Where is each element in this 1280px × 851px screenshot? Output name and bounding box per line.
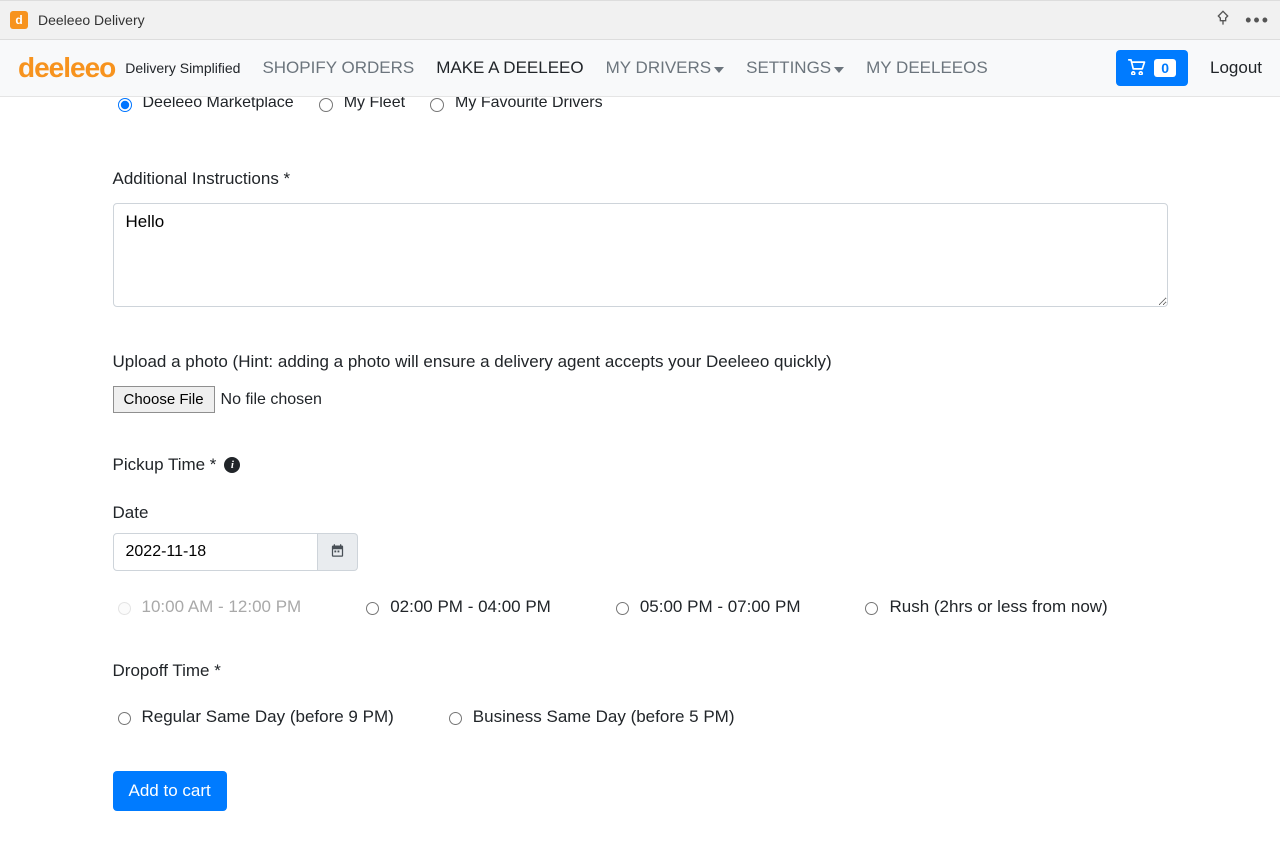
radio-label: Deeleeo Marketplace bbox=[143, 97, 294, 112]
dropoff-regular-radio[interactable] bbox=[118, 712, 131, 725]
dropoff-time-label: Dropoff Time * bbox=[113, 661, 1168, 681]
radio-my-fleet-input[interactable] bbox=[319, 98, 333, 112]
chevron-down-icon bbox=[834, 58, 844, 78]
slot-label: 02:00 PM - 04:00 PM bbox=[390, 597, 551, 617]
calendar-button[interactable] bbox=[318, 533, 358, 571]
tab-title: Deeleeo Delivery bbox=[38, 12, 145, 28]
radio-my-favourite-drivers-input[interactable] bbox=[430, 98, 444, 112]
radio-my-fleet[interactable]: My Fleet bbox=[314, 97, 405, 112]
nav-my-drivers[interactable]: MY DRIVERS bbox=[606, 58, 725, 79]
slot-5-7-radio[interactable] bbox=[616, 602, 629, 615]
nav-make-a-deeleeo[interactable]: MAKE A DEELEEO bbox=[436, 58, 583, 78]
radio-deeleeo-marketplace[interactable]: Deeleeo Marketplace bbox=[113, 97, 294, 112]
slot-10-12: 10:00 AM - 12:00 PM bbox=[113, 597, 302, 617]
cart-count-badge: 0 bbox=[1154, 59, 1176, 77]
date-label: Date bbox=[113, 503, 1168, 523]
nav-settings[interactable]: SETTINGS bbox=[746, 58, 844, 79]
slot-label: 10:00 AM - 12:00 PM bbox=[142, 597, 302, 617]
slot-10-12-radio bbox=[118, 602, 131, 615]
brand-tagline: Delivery Simplified bbox=[125, 60, 240, 76]
file-chosen-status: No file chosen bbox=[221, 391, 322, 409]
date-input[interactable] bbox=[113, 533, 318, 571]
slot-rush-radio[interactable] bbox=[865, 602, 878, 615]
cart-button[interactable]: 0 bbox=[1116, 50, 1188, 86]
nav-my-deeleeos[interactable]: MY DEELEEOS bbox=[866, 58, 988, 78]
calendar-icon bbox=[330, 543, 345, 561]
instructions-label: Additional Instructions * bbox=[113, 169, 1168, 189]
slot-5-7[interactable]: 05:00 PM - 07:00 PM bbox=[611, 597, 801, 617]
upload-photo-label: Upload a photo (Hint: adding a photo wil… bbox=[113, 352, 1168, 372]
pickup-time-label: Pickup Time * bbox=[113, 455, 217, 475]
info-icon[interactable]: i bbox=[224, 457, 240, 473]
browser-tab-bar: d Deeleeo Delivery ••• bbox=[0, 0, 1280, 40]
more-icon[interactable]: ••• bbox=[1245, 11, 1270, 29]
instructions-textarea[interactable] bbox=[113, 203, 1168, 307]
app-navbar: deeleeo Delivery Simplified SHOPIFY ORDE… bbox=[0, 40, 1280, 97]
favicon: d bbox=[10, 11, 28, 29]
dropoff-business-radio[interactable] bbox=[449, 712, 462, 725]
slot-rush[interactable]: Rush (2hrs or less from now) bbox=[860, 597, 1107, 617]
slot-label: Rush (2hrs or less from now) bbox=[889, 597, 1107, 617]
slot-2-4[interactable]: 02:00 PM - 04:00 PM bbox=[361, 597, 551, 617]
radio-label: My Favourite Drivers bbox=[455, 97, 603, 112]
slot-label: Regular Same Day (before 9 PM) bbox=[142, 707, 394, 727]
slot-label: Business Same Day (before 5 PM) bbox=[473, 707, 735, 727]
dropoff-business[interactable]: Business Same Day (before 5 PM) bbox=[444, 707, 735, 727]
cart-icon bbox=[1128, 59, 1146, 78]
nav-shopify-orders[interactable]: SHOPIFY ORDERS bbox=[262, 58, 414, 78]
slot-label: 05:00 PM - 07:00 PM bbox=[640, 597, 801, 617]
radio-deeleeo-marketplace-input[interactable] bbox=[118, 98, 132, 112]
dropoff-regular[interactable]: Regular Same Day (before 9 PM) bbox=[113, 707, 394, 727]
slot-2-4-radio[interactable] bbox=[366, 602, 379, 615]
chevron-down-icon bbox=[714, 58, 724, 78]
logout-link[interactable]: Logout bbox=[1210, 58, 1262, 78]
pin-icon[interactable] bbox=[1215, 10, 1231, 31]
radio-my-favourite-drivers[interactable]: My Favourite Drivers bbox=[425, 97, 603, 112]
brand-logo: deeleeo bbox=[18, 52, 115, 84]
radio-label: My Fleet bbox=[344, 97, 405, 112]
choose-file-button[interactable]: Choose File bbox=[113, 386, 215, 413]
add-to-cart-button[interactable]: Add to cart bbox=[113, 771, 227, 811]
deliver-with-row-cutoff: Deeleeo Marketplace My Fleet My Favourit… bbox=[113, 97, 1168, 123]
